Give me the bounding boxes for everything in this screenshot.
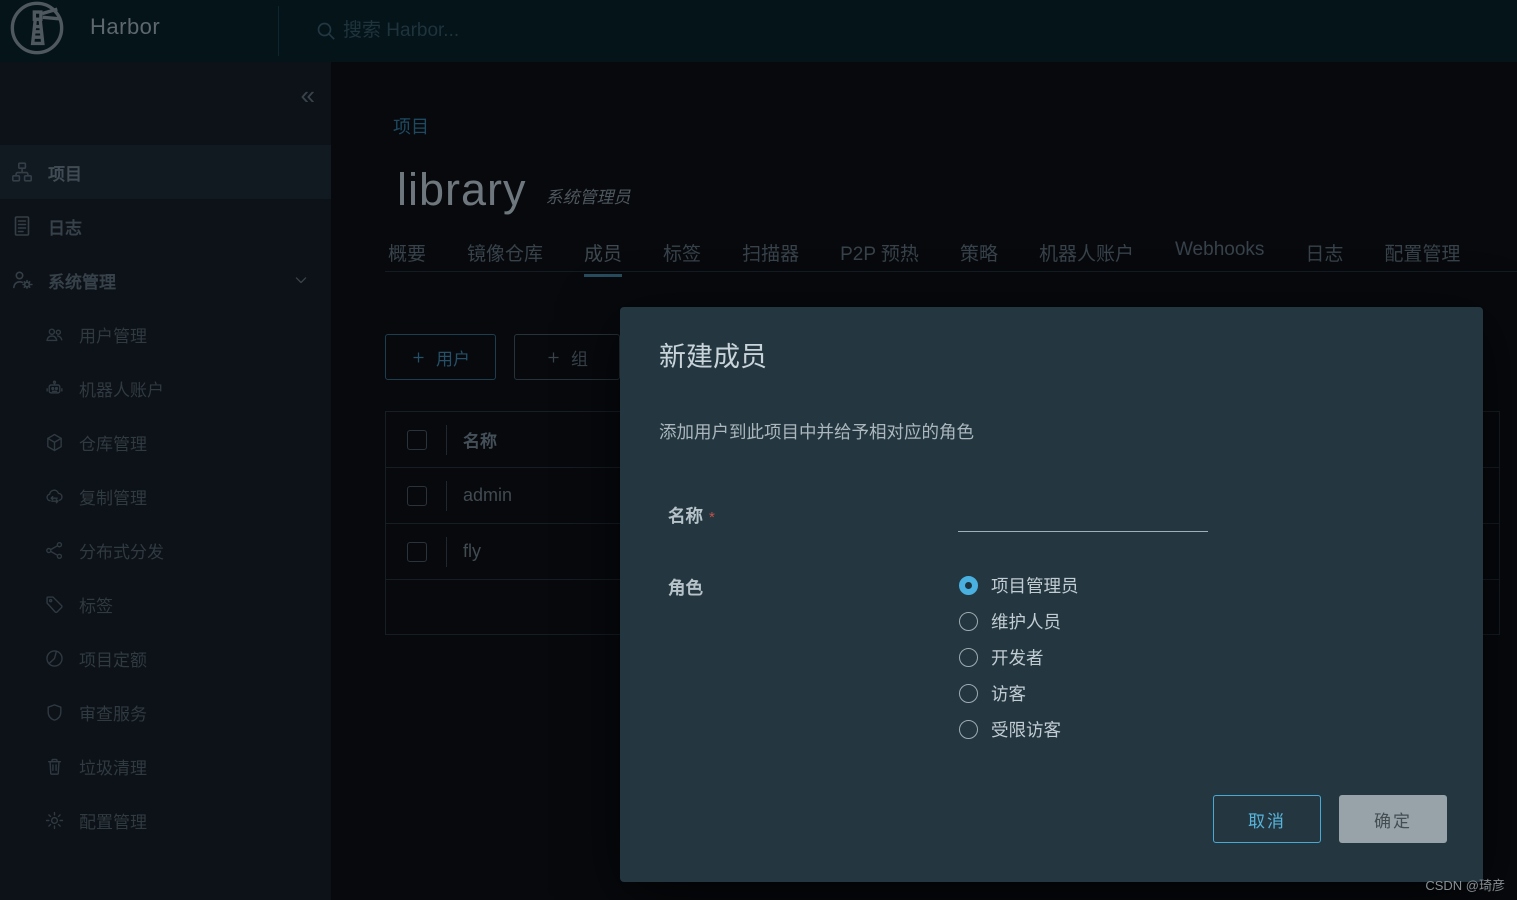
top-header: Harbor	[0, 0, 1517, 62]
radio-unselected-icon[interactable]	[959, 611, 978, 631]
sidebar-item-projects[interactable]: 项目	[0, 145, 331, 199]
add-user-label: 用户	[436, 349, 470, 369]
tabs-divider	[385, 271, 1517, 272]
add-user-button[interactable]: 用户	[385, 334, 496, 380]
column-divider	[446, 536, 447, 567]
new-member-modal: 新建成员 添加用户到此项目中并给予相对应的角色 名称 * 角色 项目管理员维护人员…	[620, 307, 1483, 882]
member-name-cell: admin	[463, 485, 513, 505]
tag-icon	[44, 594, 65, 615]
role-option[interactable]: 项目管理员	[959, 567, 1079, 603]
robot-icon	[44, 378, 65, 399]
replication-icon	[44, 486, 65, 507]
role-option-label: 项目管理员	[991, 575, 1079, 596]
role-option[interactable]: 访客	[959, 675, 1079, 711]
sidebar-item-user-management[interactable]: 用户管理	[0, 307, 331, 361]
sidebar-item-registry-management[interactable]: 仓库管理	[0, 415, 331, 469]
admin-icon	[10, 268, 34, 292]
column-divider	[446, 480, 447, 511]
name-column-header: 名称	[463, 432, 497, 451]
sidebar-item-label: 标签	[79, 596, 113, 616]
brand-title[interactable]: Harbor	[90, 14, 160, 40]
harbor-app: Harbor « 项目日志系统管理用户管理机器人账户仓库管理复制管理分布式分发标…	[0, 0, 1517, 900]
sidebar-item-labels[interactable]: 标签	[0, 577, 331, 631]
role-option-label: 开发者	[991, 647, 1044, 668]
radio-unselected-icon[interactable]	[959, 647, 978, 667]
sidebar-item-label: 审查服务	[79, 704, 147, 724]
sidebar-item-configuration[interactable]: 配置管理	[0, 793, 331, 847]
sidebar-item-label: 系统管理	[48, 272, 116, 292]
global-search	[314, 0, 661, 62]
add-group-label: 组	[571, 349, 588, 369]
breadcrumb-projects[interactable]: 项目	[393, 113, 429, 139]
name-field-label: 名称 *	[668, 506, 715, 526]
cancel-button[interactable]: 取消	[1213, 795, 1321, 843]
row-checkbox[interactable]	[407, 485, 427, 506]
sidebar-item-label: 日志	[48, 218, 82, 238]
sidebar-item-replication-management[interactable]: 复制管理	[0, 469, 331, 523]
sidebar-item-label: 复制管理	[79, 488, 147, 508]
sidebar-item-interrogation-services[interactable]: 审查服务	[0, 685, 331, 739]
role-radio-group: 项目管理员维护人员开发者访客受限访客	[959, 567, 1079, 747]
members-toolbar: 用户 组	[385, 334, 620, 380]
row-checkbox[interactable]	[407, 541, 427, 562]
search-icon	[314, 19, 338, 43]
page-title: library	[397, 164, 527, 215]
sidebar-item-distribution[interactable]: 分布式分发	[0, 523, 331, 577]
column-divider	[446, 424, 447, 455]
plus-icon	[548, 352, 559, 362]
required-marker: *	[709, 509, 715, 526]
chevron-down-icon[interactable]	[291, 270, 311, 290]
radio-unselected-icon[interactable]	[959, 683, 978, 703]
role-option[interactable]: 维护人员	[959, 603, 1079, 639]
search-input[interactable]	[341, 19, 661, 43]
sidebar-collapse-icon[interactable]: «	[301, 82, 315, 108]
sidebar-item-label: 项目定额	[79, 650, 147, 670]
add-group-button[interactable]: 组	[514, 334, 620, 380]
sidebar-item-logs[interactable]: 日志	[0, 199, 331, 253]
sidebar-item-garbage-collection[interactable]: 垃圾清理	[0, 739, 331, 793]
sidebar-item-project-quotas[interactable]: 项目定额	[0, 631, 331, 685]
role-option-label: 受限访客	[991, 719, 1061, 740]
sidebar-item-label: 机器人账户	[79, 380, 164, 400]
plus-icon	[413, 352, 424, 362]
sidebar-item-label: 项目	[48, 164, 82, 184]
member-name-cell: fly	[463, 541, 481, 561]
project-role-badge: 系统管理员	[545, 187, 631, 207]
sidebar-item-label: 用户管理	[79, 326, 147, 346]
trash-icon	[44, 756, 65, 777]
role-option-label: 维护人员	[991, 611, 1061, 632]
sidebar-nav: 项目日志系统管理用户管理机器人账户仓库管理复制管理分布式分发标签项目定额审查服务…	[0, 145, 331, 847]
sidebar-item-label: 配置管理	[79, 812, 147, 832]
header-divider	[278, 6, 279, 56]
logs-icon	[10, 214, 34, 238]
shield-icon	[44, 702, 65, 723]
role-field-label: 角色	[668, 578, 703, 598]
ok-button[interactable]: 确定	[1339, 795, 1447, 843]
modal-description: 添加用户到此项目中并给予相对应的角色	[659, 422, 974, 442]
role-option[interactable]: 开发者	[959, 639, 1079, 675]
radio-selected-icon[interactable]	[959, 575, 978, 595]
sidebar-item-system-admin[interactable]: 系统管理	[0, 253, 331, 307]
share-icon	[44, 540, 65, 561]
select-all-checkbox[interactable]	[407, 429, 427, 450]
projects-icon	[10, 160, 34, 184]
watermark: CSDN @琦彦	[1425, 878, 1505, 893]
role-option-label: 访客	[991, 683, 1026, 704]
cube-icon	[44, 432, 65, 453]
role-option[interactable]: 受限访客	[959, 711, 1079, 747]
users-icon	[44, 324, 65, 345]
harbor-logo-icon[interactable]	[8, 0, 66, 57]
quota-icon	[44, 648, 65, 669]
modal-title: 新建成员	[659, 342, 767, 372]
member-name-input[interactable]	[958, 504, 1208, 532]
sidebar-item-robot-accounts[interactable]: 机器人账户	[0, 361, 331, 415]
sidebar: « 项目日志系统管理用户管理机器人账户仓库管理复制管理分布式分发标签项目定额审查…	[0, 62, 331, 900]
sidebar-item-label: 分布式分发	[79, 542, 164, 562]
sidebar-item-label: 垃圾清理	[79, 758, 147, 778]
radio-unselected-icon[interactable]	[959, 719, 978, 739]
gear-icon	[44, 810, 65, 831]
project-title-row: library 系统管理员	[397, 165, 631, 215]
sidebar-item-label: 仓库管理	[79, 434, 147, 454]
